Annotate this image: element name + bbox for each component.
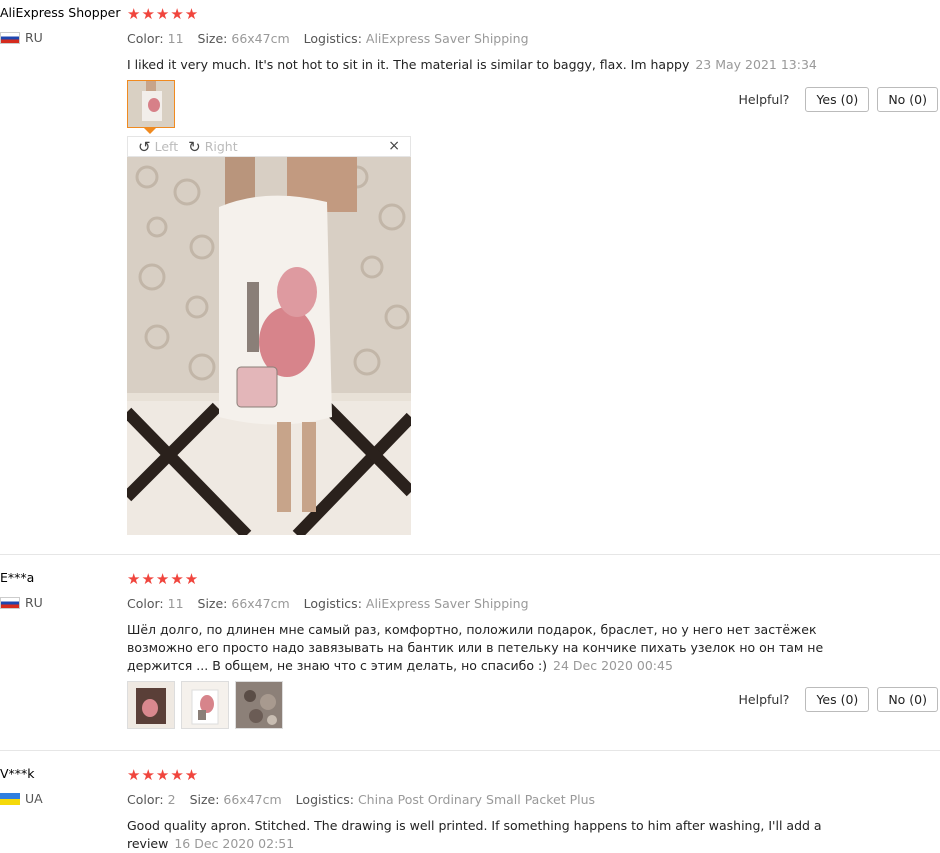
review-photo-thumb[interactable] xyxy=(181,681,229,729)
rotate-right-button[interactable]: ↻ Right xyxy=(178,138,238,156)
logistics-label: Logistics: xyxy=(303,596,362,611)
color-label: Color: xyxy=(127,792,164,807)
review-meta: Color: 11 Size: 66x47cm Logistics: AliEx… xyxy=(127,31,529,46)
size-value: 66x47cm xyxy=(231,596,290,611)
review-country: RU xyxy=(0,30,43,45)
review-author: AliExpress Shopper xyxy=(0,5,121,20)
review-text-block: Good quality apron. Stitched. The drawin… xyxy=(127,817,857,853)
russia-flag-icon xyxy=(0,596,20,609)
russia-flag-icon xyxy=(0,31,20,44)
size-value: 66x47cm xyxy=(223,792,282,807)
rotate-left-button[interactable]: ↺ Left xyxy=(128,138,178,156)
logistics-label: Logistics: xyxy=(295,792,354,807)
country-code: RU xyxy=(25,30,43,45)
photo-viewer-toolbar: ↺ Left ↻ Right × xyxy=(127,136,411,157)
review-meta: Color: 11 Size: 66x47cm Logistics: AliEx… xyxy=(127,596,529,611)
review-date: 24 Dec 2020 00:45 xyxy=(553,658,673,673)
logistics-value: China Post Ordinary Small Packet Plus xyxy=(357,792,596,807)
size-label: Size: xyxy=(197,31,228,46)
review-separator xyxy=(0,554,940,555)
review-date: 16 Dec 2020 02:51 xyxy=(174,836,295,851)
helpful-no-button[interactable]: No (0) xyxy=(877,87,938,112)
review-photo-thumb[interactable] xyxy=(235,681,283,729)
rating-stars: ★★★★★ xyxy=(127,570,200,588)
review-date: 23 May 2021 13:34 xyxy=(695,57,817,72)
review-text: Шёл долго, по длинен мне самый раз, комф… xyxy=(127,622,824,673)
helpful-label: Helpful? xyxy=(738,92,790,107)
helpful-vote: Helpful? Yes (0) No (0) xyxy=(739,87,938,112)
size-label: Size: xyxy=(189,792,220,807)
review-photos xyxy=(127,80,175,128)
review-text-block: Шёл долго, по длинен мне самый раз, комф… xyxy=(127,621,847,675)
review-photo-thumb[interactable] xyxy=(127,80,175,128)
logistics-label: Logistics: xyxy=(303,31,362,46)
ukraine-flag-icon xyxy=(0,792,20,805)
review-separator xyxy=(0,750,940,751)
country-code: RU xyxy=(25,595,43,610)
review-photo-thumb[interactable] xyxy=(127,681,175,729)
rotate-left-label: Left xyxy=(154,139,179,154)
color-label: Color: xyxy=(127,596,164,611)
review-country: UA xyxy=(0,791,43,806)
review-author: E***a xyxy=(0,570,35,585)
helpful-yes-button[interactable]: Yes (0) xyxy=(805,87,870,112)
country-code: UA xyxy=(25,791,43,806)
rating-stars: ★★★★★ xyxy=(127,5,200,23)
rotate-right-label: Right xyxy=(204,139,238,154)
helpful-yes-button[interactable]: Yes (0) xyxy=(805,687,870,712)
color-value: 11 xyxy=(167,596,184,611)
thumb-pointer-caret xyxy=(144,128,156,134)
review-country: RU xyxy=(0,595,43,610)
size-label: Size: xyxy=(197,596,228,611)
review-text: I liked it very much. It's not hot to si… xyxy=(127,57,690,72)
review-photo-large xyxy=(127,157,411,535)
close-icon[interactable]: × xyxy=(388,138,400,154)
size-value: 66x47cm xyxy=(231,31,290,46)
rotate-right-icon: ↻ xyxy=(188,137,201,156)
review-photos xyxy=(127,681,283,729)
logistics-value: AliExpress Saver Shipping xyxy=(365,596,529,611)
helpful-label: Helpful? xyxy=(738,692,790,707)
review-item: E***a RU ★★★★★ Color: 11 Size: 66x47cm L… xyxy=(0,570,940,740)
review-item: V***k UA ★★★★★ Color: 2 Size: 66x47cm Lo… xyxy=(0,766,940,851)
color-value: 2 xyxy=(167,792,176,807)
review-meta: Color: 2 Size: 66x47cm Logistics: China … xyxy=(127,792,595,807)
color-label: Color: xyxy=(127,31,164,46)
logistics-value: AliExpress Saver Shipping xyxy=(365,31,529,46)
color-value: 11 xyxy=(167,31,184,46)
rotate-left-icon: ↺ xyxy=(138,137,151,156)
review-text-block: I liked it very much. It's not hot to si… xyxy=(127,56,857,74)
helpful-vote: Helpful? Yes (0) No (0) xyxy=(739,687,938,712)
rating-stars: ★★★★★ xyxy=(127,766,200,784)
helpful-no-button[interactable]: No (0) xyxy=(877,687,938,712)
review-author: V***k xyxy=(0,766,35,781)
